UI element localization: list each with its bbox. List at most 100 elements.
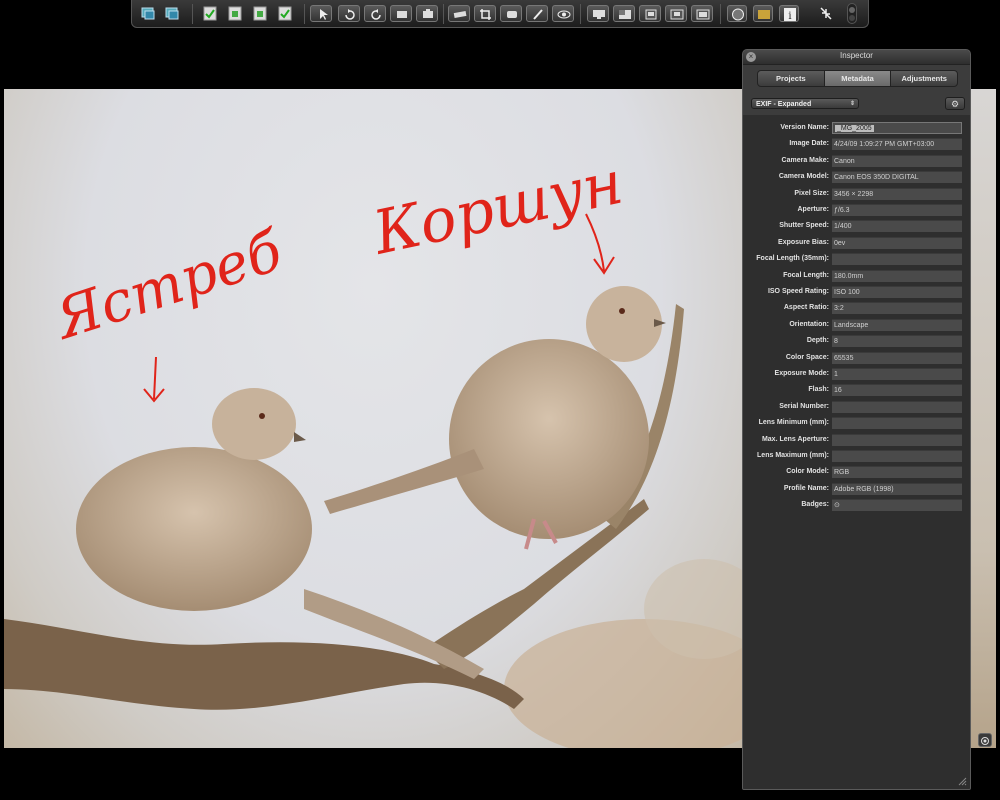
field-value-text-depth: 8	[834, 338, 838, 346]
field-value-max-lens-aperture[interactable]	[832, 433, 962, 446]
field-value-camera-make[interactable]: Canon	[832, 154, 962, 167]
resize-grip-icon[interactable]	[958, 777, 967, 786]
field-label-focal-length: Focal Length:	[783, 271, 829, 279]
field-value-aperture[interactable]: ƒ/6.3	[832, 204, 962, 216]
monitor-icon[interactable]	[587, 5, 609, 22]
field-value-text-shutter-speed: 1/400	[834, 223, 852, 231]
field-value-shutter-speed[interactable]: 1/400	[832, 220, 962, 233]
split-view-icon[interactable]	[639, 5, 661, 22]
album-alt-icon[interactable]	[252, 5, 268, 22]
check-album-icon[interactable]	[202, 5, 218, 22]
field-value-text-version-name: _MG_2005	[835, 125, 874, 132]
red-eye-icon[interactable]	[500, 5, 522, 22]
field-label-camera-model: Camera Model:	[778, 173, 829, 181]
rotate-right-icon[interactable]	[364, 5, 386, 22]
crop-icon[interactable]	[474, 5, 496, 22]
field-value-exposure-mode[interactable]: 1	[832, 368, 962, 380]
field-label-lens-minimum: Lens Minimum (mm):	[758, 419, 829, 427]
field-value-orientation[interactable]: Landscape	[832, 318, 962, 331]
field-value-profile-name[interactable]: Adobe RGB (1998)	[832, 482, 962, 495]
field-value-flash[interactable]: 16	[832, 384, 962, 397]
gear-icon[interactable]: ⚙	[945, 97, 965, 110]
inspector-tabs: Projects Metadata Adjustments	[757, 70, 958, 87]
tab-adjustments[interactable]: Adjustments	[891, 71, 957, 86]
pointer-icon[interactable]	[310, 5, 332, 22]
toggle-icon[interactable]	[847, 3, 857, 24]
field-row-aspect-ratio: Aspect Ratio: 3:2	[743, 302, 970, 315]
field-value-focal-length-35mm[interactable]	[832, 253, 962, 266]
field-value-text-color-space: 65535	[834, 354, 854, 362]
badge-toggle-icon[interactable]	[978, 733, 992, 747]
field-row-flash: Flash: 16	[743, 384, 970, 397]
straighten-icon[interactable]	[448, 5, 470, 22]
rotate-left-icon[interactable]	[338, 5, 360, 22]
browser-view-icon[interactable]	[613, 5, 635, 22]
field-label-serial-number: Serial Number:	[779, 402, 829, 410]
metadata-preset-select[interactable]: EXIF - Expanded ⇕	[751, 98, 859, 109]
viewer-icon[interactable]	[665, 5, 687, 22]
field-value-aspect-ratio[interactable]: 3:2	[832, 302, 962, 315]
field-value-depth[interactable]: 8	[832, 335, 962, 348]
field-row-focal-length-35mm: Focal Length (35mm):	[743, 253, 970, 266]
field-value-camera-model[interactable]: Canon EOS 350D DIGITAL	[832, 171, 962, 184]
field-value-iso-speed-rating[interactable]: ISO 100	[832, 286, 962, 298]
photo-canvas[interactable]: Ястреб Коршун	[4, 89, 742, 748]
field-value-lens-minimum[interactable]	[832, 417, 962, 430]
check-alt-icon[interactable]	[277, 5, 293, 22]
inspector-title-bar[interactable]: × Inspector	[743, 50, 970, 65]
field-label-badges: Badges:	[801, 501, 829, 509]
field-row-shutter-speed: Shutter Speed: 1/400	[743, 220, 970, 233]
field-value-serial-number[interactable]	[832, 400, 962, 413]
field-row-focal-length: Focal Length: 180.0mm	[743, 269, 970, 283]
field-row-exposure-bias: Exposure Bias: 0ev	[743, 236, 970, 250]
field-row-color-model: Color Model: RGB	[743, 466, 970, 479]
tab-projects[interactable]: Projects	[758, 71, 825, 86]
field-value-text-exposure-mode: 1	[834, 371, 838, 378]
info-icon[interactable]: i	[779, 5, 799, 22]
album-icon[interactable]	[227, 5, 243, 22]
field-value-color-space[interactable]: 65535	[832, 351, 962, 364]
lift-icon[interactable]	[390, 5, 412, 22]
stack-alt-icon[interactable]	[164, 5, 180, 22]
field-row-exposure-mode: Exposure Mode: 1	[743, 368, 970, 381]
field-value-pixel-size[interactable]: 3456 × 2298	[832, 187, 962, 200]
inspector-title: Inspector	[840, 51, 873, 60]
brush-icon[interactable]	[526, 5, 548, 22]
field-value-text-flash: 16	[834, 387, 842, 395]
eye-icon[interactable]	[552, 5, 574, 22]
loupe-icon[interactable]	[727, 5, 747, 22]
field-row-image-date: Image Date: 4/24/09 1:09:27 PM GMT+03:00	[743, 138, 970, 151]
field-label-orientation: Orientation:	[789, 320, 829, 328]
annotation-left-text: Ястреб	[45, 218, 290, 353]
field-value-text-pixel-size: 3456 × 2298	[834, 190, 874, 198]
stamp-icon[interactable]	[416, 5, 438, 22]
field-value-version-name[interactable]: _MG_2005	[832, 122, 962, 134]
field-row-version-name: Version Name: _MG_2005	[743, 122, 970, 135]
field-value-color-model[interactable]: RGB	[832, 466, 962, 479]
tab-metadata[interactable]: Metadata	[824, 71, 892, 86]
field-value-exposure-bias[interactable]: 0ev	[832, 236, 962, 249]
field-label-aspect-ratio: Aspect Ratio:	[783, 304, 829, 312]
field-value-badges[interactable]: ⊙	[832, 499, 962, 512]
filmstrip-icon[interactable]	[691, 5, 713, 22]
field-value-lens-maximum[interactable]	[832, 450, 962, 462]
field-label-exposure-mode: Exposure Mode:	[774, 370, 829, 377]
field-value-text-orientation: Landscape	[834, 321, 869, 329]
field-row-max-lens-aperture: Max. Lens Aperture:	[743, 433, 970, 447]
field-label-camera-make: Camera Make:	[781, 156, 829, 164]
photo-edge	[970, 89, 996, 748]
metadata-tag-icon[interactable]	[753, 5, 773, 22]
field-value-text-profile-name: Adobe RGB (1998)	[834, 485, 894, 493]
stack-icon[interactable]	[140, 5, 156, 22]
field-value-image-date[interactable]: 4/24/09 1:09:27 PM GMT+03:00	[832, 138, 962, 151]
field-label-exposure-bias: Exposure Bias:	[778, 238, 829, 246]
field-label-aperture: Aperture:	[797, 206, 829, 213]
field-row-depth: Depth: 8	[743, 335, 970, 348]
field-row-lens-maximum: Lens Maximum (mm):	[743, 450, 970, 463]
fullscreen-collapse-icon[interactable]	[815, 5, 837, 22]
field-row-color-space: Color Space: 65535	[743, 351, 970, 365]
field-value-focal-length[interactable]: 180.0mm	[832, 269, 962, 282]
field-label-version-name: Version Name:	[780, 124, 829, 131]
field-row-serial-number: Serial Number:	[743, 400, 970, 414]
field-label-iso-speed-rating: ISO Speed Rating:	[767, 288, 829, 295]
